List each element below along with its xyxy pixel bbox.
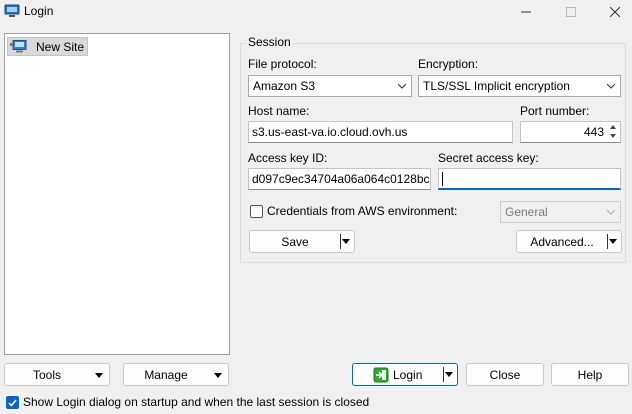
chevron-down-icon[interactable] bbox=[445, 372, 453, 377]
port-number-value: 443 bbox=[583, 125, 604, 139]
maximize-icon bbox=[566, 7, 576, 17]
chevron-down-icon bbox=[607, 209, 615, 215]
minimize-icon bbox=[521, 11, 531, 13]
winscp-app-icon bbox=[4, 4, 20, 17]
login-button[interactable]: Login bbox=[352, 363, 458, 386]
advanced-button[interactable]: Advanced... bbox=[516, 230, 622, 253]
aws-profile-value: General bbox=[505, 205, 548, 219]
close-button[interactable]: Close bbox=[466, 363, 544, 386]
save-button[interactable]: Save bbox=[249, 230, 355, 253]
manage-label: Manage bbox=[144, 367, 188, 382]
chevron-down-icon bbox=[214, 373, 222, 378]
window-title: Login bbox=[24, 4, 54, 18]
maximize-button[interactable] bbox=[551, 0, 591, 24]
close-window-button[interactable] bbox=[595, 0, 632, 24]
aws-profile-select: General bbox=[500, 201, 621, 223]
close-icon bbox=[610, 7, 620, 17]
login-label: Login bbox=[393, 367, 423, 382]
tools-button[interactable]: Tools bbox=[4, 363, 110, 386]
checkmark-icon bbox=[8, 399, 17, 407]
minimize-button[interactable] bbox=[506, 0, 546, 24]
chevron-down-icon bbox=[607, 83, 615, 89]
chevron-down-icon[interactable] bbox=[609, 239, 617, 244]
title-bar: Login bbox=[0, 0, 632, 24]
help-button[interactable]: Help bbox=[551, 363, 629, 386]
file-protocol-select[interactable]: Amazon S3 bbox=[248, 75, 412, 97]
show-login-checkbox[interactable] bbox=[6, 396, 19, 409]
access-key-id-label: Access key ID: bbox=[248, 151, 328, 165]
login-arrow-icon bbox=[373, 367, 389, 383]
show-login-label: Show Login dialog on startup and when th… bbox=[23, 395, 370, 409]
site-item-label: New Site bbox=[36, 39, 85, 54]
chevron-down-icon[interactable] bbox=[342, 239, 350, 244]
port-spinner[interactable] bbox=[606, 122, 620, 142]
chevron-down-icon bbox=[95, 373, 103, 378]
site-item-new-site[interactable]: New Site bbox=[7, 37, 89, 56]
text-cursor bbox=[442, 171, 443, 186]
manage-button[interactable]: Manage bbox=[123, 363, 229, 386]
site-tree[interactable]: New Site bbox=[4, 33, 230, 355]
file-protocol-value: Amazon S3 bbox=[253, 79, 316, 93]
chevron-down-icon bbox=[398, 83, 406, 89]
save-label: Save bbox=[281, 234, 309, 249]
encryption-value: TLS/SSL Implicit encryption bbox=[423, 79, 570, 93]
file-protocol-label: File protocol: bbox=[248, 57, 317, 71]
advanced-label: Advanced... bbox=[530, 234, 594, 249]
encryption-select[interactable]: TLS/SSL Implicit encryption bbox=[418, 75, 621, 97]
port-number-label: Port number: bbox=[520, 104, 590, 118]
secret-access-key-input[interactable] bbox=[438, 168, 621, 190]
secret-access-key-label: Secret access key: bbox=[438, 151, 539, 165]
session-group-label: Session bbox=[246, 35, 293, 49]
host-name-label: Host name: bbox=[248, 104, 310, 118]
access-key-id-input[interactable]: d097c9ec34704a06a064c0128bcde bbox=[248, 168, 431, 190]
credentials-env-checkbox[interactable] bbox=[250, 205, 263, 218]
credentials-env-label: Credentials from AWS environment: bbox=[267, 204, 458, 218]
host-name-input[interactable]: s3.us-east-va.io.cloud.ovh.us bbox=[248, 121, 513, 143]
tools-label: Tools bbox=[32, 367, 61, 382]
computer-icon bbox=[10, 39, 27, 52]
encryption-label: Encryption: bbox=[418, 57, 479, 71]
